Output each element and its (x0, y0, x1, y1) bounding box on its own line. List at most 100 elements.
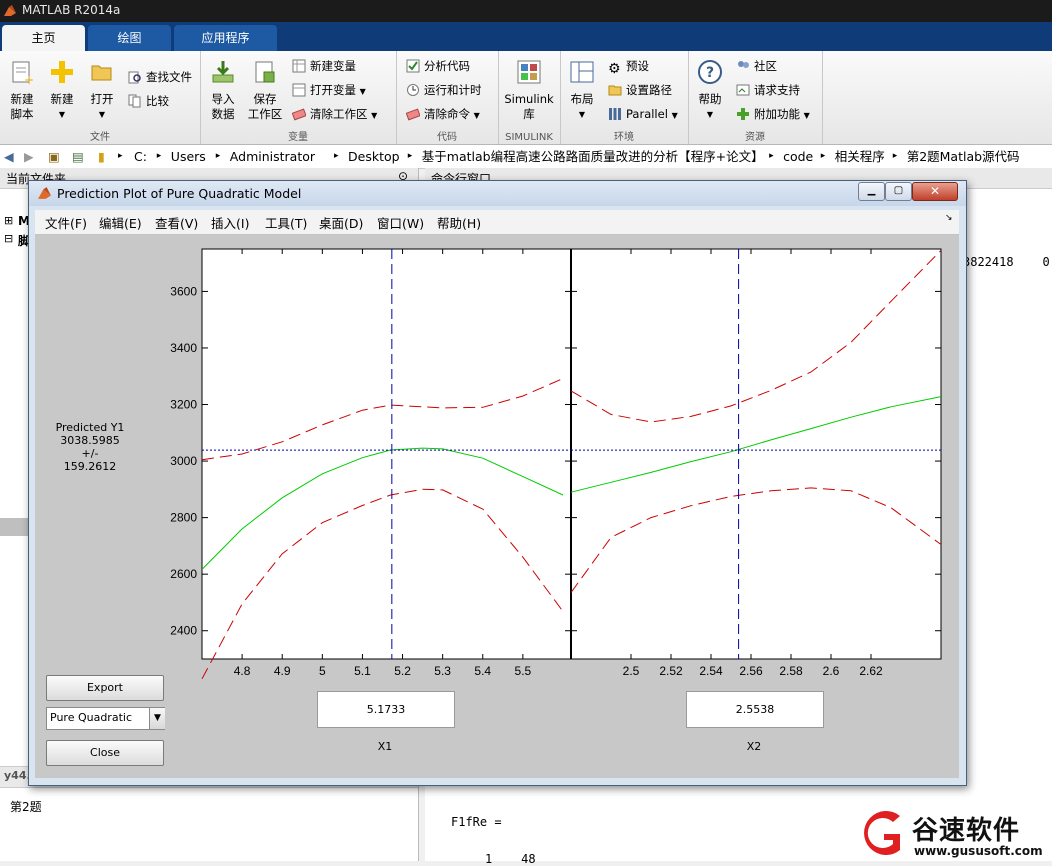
x-tick-label: 2.58 (779, 664, 803, 678)
x2-value-input[interactable]: 2.5538 (686, 691, 824, 728)
back-arrow-icon[interactable]: ◀ (4, 145, 14, 168)
find-files-icon (128, 71, 141, 84)
import-data-button[interactable]: 导入 数据 (206, 59, 240, 122)
analyze-code-button[interactable]: 分析代码 (406, 56, 470, 76)
model-select-value: Pure Quadratic (50, 711, 132, 724)
preferences-button[interactable]: ⚙ 预设 (608, 56, 649, 76)
maximize-icon: ▢ (893, 185, 904, 196)
tab-apps[interactable]: 应用程序 (174, 25, 277, 51)
breadcrumb-item[interactable]: 基于matlab编程高速公路路面质量改进的分析【程序+论文】 (422, 145, 764, 168)
chevron-down-icon: ▼ (359, 87, 366, 96)
run-and-time-button[interactable]: 运行和计时 (406, 80, 482, 100)
layout-button[interactable]: 布局 ▼ (566, 59, 598, 122)
clear-workspace-label: 清除工作区 (310, 107, 368, 121)
y-tick-label: 3200 (170, 398, 197, 412)
eraser-icon (406, 108, 420, 121)
x-tick-label: 5 (319, 664, 326, 678)
compare-icon (128, 94, 141, 108)
parallel-button[interactable]: Parallel ▼ (608, 104, 678, 124)
addons-button[interactable]: 附加功能 ▼ (736, 104, 810, 124)
menu-tools[interactable]: 工具(T) (265, 213, 307, 232)
clear-workspace-button[interactable]: 清除工作区 ▼ (292, 104, 377, 124)
group-environment: 布局 ▼ ⚙ 预设 设置路径 Parallel ▼ 环境 (560, 51, 689, 144)
breadcrumb-separator-icon[interactable]: ▸ (408, 145, 413, 168)
group-code: 分析代码 运行和计时 清除命令 ▼ 代码 (396, 51, 499, 144)
tab-plots[interactable]: 绘图 (88, 25, 171, 51)
menu-window[interactable]: 窗口(W) (377, 213, 424, 232)
collapse-icon[interactable]: ⊟ (4, 232, 13, 245)
x1-value-input[interactable]: 5.1733 (317, 691, 455, 728)
minimize-button[interactable]: ▁ (858, 182, 885, 201)
request-support-button[interactable]: 请求支持 (736, 80, 800, 100)
breadcrumb-item[interactable]: Users (171, 145, 206, 168)
x-tick-label: 4.8 (234, 664, 251, 678)
set-path-button[interactable]: 设置路径 (608, 80, 672, 100)
x-tick-label: 5.2 (394, 664, 411, 678)
forward-arrow-icon[interactable]: ▶ (24, 145, 34, 168)
open-button[interactable]: 打开 ▼ (86, 59, 118, 122)
model-select[interactable]: Pure Quadratic ▼ (46, 707, 165, 730)
parallel-icon (609, 108, 621, 120)
breadcrumb-item[interactable]: Desktop (348, 145, 400, 168)
chevron-down-icon: ▼ (371, 111, 378, 120)
compare-button[interactable]: 比较 (128, 91, 169, 111)
breadcrumb-separator-icon[interactable]: ▸ (157, 145, 162, 168)
community-button[interactable]: 社区 (736, 56, 777, 76)
eraser-icon (292, 108, 306, 121)
menu-view[interactable]: 查看(V) (155, 213, 198, 232)
figure-titlebar[interactable]: Prediction Plot of Pure Quadratic Model … (29, 181, 966, 206)
breadcrumb-item[interactable]: 相关程序 (835, 145, 885, 168)
breadcrumb-separator-icon[interactable]: ▸ (216, 145, 221, 168)
app-title: MATLAB R2014a (22, 3, 121, 17)
new-script-button[interactable]: + 新建 脚本 (6, 59, 38, 122)
dock-arrow-icon[interactable]: ↘ (945, 213, 953, 223)
menu-insert[interactable]: 插入(I) (211, 213, 249, 232)
simulink-library-label: Simulink 库 (504, 92, 554, 121)
breadcrumb-item[interactable]: C: (134, 145, 147, 168)
command-output-line: 3822418 0.0 (963, 255, 1052, 269)
clear-commands-button[interactable]: 清除命令 ▼ (406, 104, 480, 124)
close-button[interactable]: Close (46, 740, 164, 766)
browse-folder-icon[interactable]: ▤ (72, 145, 84, 168)
menu-file[interactable]: 文件(F) (45, 213, 87, 232)
chevron-down-icon[interactable]: ▼ (149, 708, 165, 729)
breadcrumb-separator-icon[interactable]: ▸ (893, 145, 898, 168)
up-folder-icon[interactable]: ▣ (48, 145, 60, 168)
export-button[interactable]: Export (46, 675, 164, 701)
folder-icon (608, 85, 622, 96)
matlab-logo-icon (38, 187, 51, 199)
breadcrumb-separator-icon[interactable]: ▸ (118, 145, 123, 168)
menu-desktop[interactable]: 桌面(D) (319, 213, 363, 232)
new-label: 新建 (50, 92, 74, 106)
maximize-button[interactable]: ▢ (885, 182, 912, 201)
open-variable-button[interactable]: 打开变量 ▼ (292, 80, 366, 100)
request-support-icon (736, 84, 750, 96)
breadcrumb-separator-icon[interactable]: ▸ (821, 145, 826, 168)
x-tick-label: 5.5 (515, 664, 532, 678)
save-workspace-button[interactable]: 保存 工作区 (246, 59, 284, 122)
open-variable-label: 打开变量 (310, 83, 356, 97)
breadcrumb-separator-icon[interactable]: ▸ (769, 145, 774, 168)
find-files-button[interactable]: 查找文件 (128, 67, 192, 87)
breadcrumb-item[interactable]: Administrator (230, 145, 315, 168)
chevron-down-icon: ▼ (98, 110, 106, 119)
close-icon: ✕ (929, 184, 941, 198)
breadcrumb-item[interactable]: code (783, 145, 813, 168)
new-button[interactable]: 新建 ▼ (46, 59, 78, 122)
expand-icon[interactable]: ⊞ (4, 214, 13, 227)
menu-edit[interactable]: 编辑(E) (99, 213, 142, 232)
simulink-library-button[interactable]: Simulink 库 (504, 59, 554, 122)
figure-title: Prediction Plot of Pure Quadratic Model (57, 186, 302, 201)
new-variable-button[interactable]: 新建变量 (292, 56, 356, 76)
chevron-down-icon: ▼ (706, 110, 714, 119)
layout-label: 布局 (570, 92, 594, 106)
new-variable-icon (292, 59, 306, 73)
selected-row-highlight (0, 518, 28, 536)
breadcrumb-separator-icon[interactable]: ▸ (334, 145, 339, 168)
close-window-button[interactable]: ✕ (912, 182, 958, 201)
help-button[interactable]: ? 帮助 ▼ (694, 59, 726, 122)
breadcrumb-item[interactable]: 第2题Matlab源代码 (907, 145, 1020, 168)
menu-help[interactable]: 帮助(H) (437, 213, 481, 232)
tab-home[interactable]: 主页 (2, 25, 85, 51)
x-tick-label: 2.6 (823, 664, 840, 678)
